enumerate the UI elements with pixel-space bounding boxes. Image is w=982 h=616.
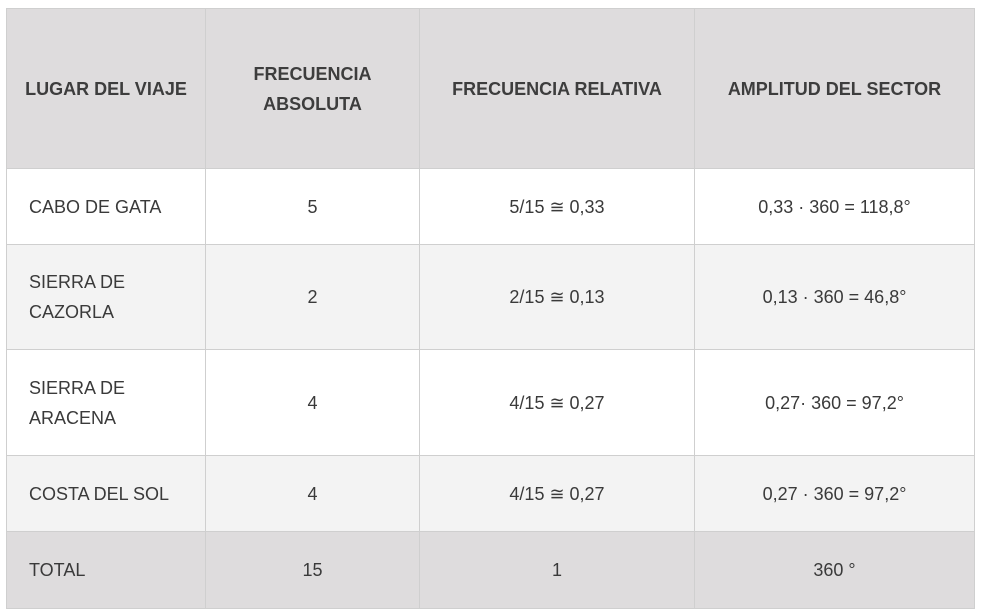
cell-relative: 4/15 ≅ 0,27 [419,455,695,532]
table-row: COSTA DEL SOL 4 4/15 ≅ 0,27 0,27 · 360 =… [6,455,975,532]
header-place: LUGAR DEL VIAJE [6,8,206,169]
cell-total-relative: 1 [419,531,695,609]
cell-place: COSTA DEL SOL [6,455,206,532]
total-row: TOTAL 15 1 360 ° [6,531,975,609]
frequency-table-container: LUGAR DEL VIAJE FRECUENCIA ABSOLUTA FREC… [6,8,975,609]
cell-total-absolute: 15 [205,531,420,609]
cell-absolute: 4 [205,349,420,456]
frequency-table: LUGAR DEL VIAJE FRECUENCIA ABSOLUTA FREC… [6,8,975,609]
cell-place: CABO DE GATA [6,168,206,245]
cell-sector: 0,27· 360 = 97,2° [694,349,975,456]
cell-total-label: TOTAL [6,531,206,609]
cell-sector: 0,33 · 360 = 118,8° [694,168,975,245]
cell-relative: 5/15 ≅ 0,33 [419,168,695,245]
header-row: LUGAR DEL VIAJE FRECUENCIA ABSOLUTA FREC… [6,8,975,169]
cell-absolute: 4 [205,455,420,532]
table-row: SIERRA DE CAZORLA 2 2/15 ≅ 0,13 0,13 · 3… [6,244,975,350]
cell-sector: 0,13 · 360 = 46,8° [694,244,975,350]
cell-absolute: 2 [205,244,420,350]
cell-place: SIERRA DE CAZORLA [6,244,206,350]
cell-absolute: 5 [205,168,420,245]
header-absolute-frequency: FRECUENCIA ABSOLUTA [205,8,420,169]
header-relative-frequency: FRECUENCIA RELATIVA [419,8,695,169]
cell-total-sector: 360 ° [694,531,975,609]
header-sector-amplitude: AMPLITUD DEL SECTOR [694,8,975,169]
cell-relative: 2/15 ≅ 0,13 [419,244,695,350]
cell-place: SIERRA DE ARACENA [6,349,206,456]
table-row: SIERRA DE ARACENA 4 4/15 ≅ 0,27 0,27· 36… [6,349,975,456]
cell-sector: 0,27 · 360 = 97,2° [694,455,975,532]
cell-relative: 4/15 ≅ 0,27 [419,349,695,456]
table-row: CABO DE GATA 5 5/15 ≅ 0,33 0,33 · 360 = … [6,168,975,245]
